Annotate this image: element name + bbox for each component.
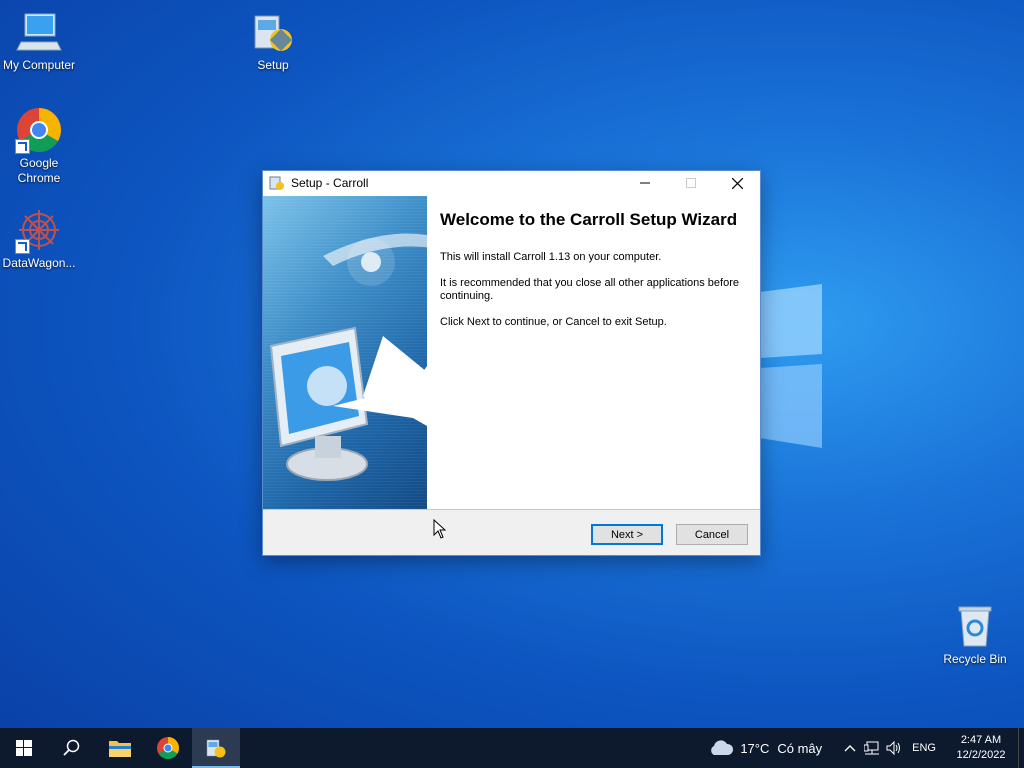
close-button[interactable]: [714, 171, 760, 195]
search-icon: [63, 739, 80, 756]
computer-icon: [15, 8, 63, 56]
datawagon-icon: [15, 206, 63, 254]
dialog-titlebar[interactable]: Setup - Carroll: [263, 171, 760, 195]
network-icon[interactable]: [864, 741, 880, 755]
volume-icon[interactable]: [886, 741, 902, 755]
start-button[interactable]: [0, 728, 48, 768]
recycle-bin-icon: [951, 602, 999, 650]
wizard-paragraph: This will install Carroll 1.13 on your c…: [440, 251, 662, 263]
system-tray: 17°C Có mây ENG 2:47 AM 12/2/2022: [708, 728, 1024, 768]
setup-icon: [206, 739, 226, 758]
monitor-arrow-illustration: [269, 233, 427, 481]
chrome-icon: [15, 106, 63, 154]
desktop-icon-setup[interactable]: Setup: [234, 8, 312, 73]
maximize-button: [668, 171, 714, 195]
desktop-icon-google-chrome[interactable]: Google Chrome: [0, 106, 78, 186]
weather-description[interactable]: Có mây: [777, 741, 822, 756]
desktop-icon-label-line2: Chrome: [17, 171, 61, 185]
minimize-icon: [640, 182, 650, 184]
folder-icon: [109, 741, 131, 757]
show-desktop-button[interactable]: [1018, 728, 1024, 768]
wizard-footer: Next > Cancel: [263, 510, 760, 555]
desktop-icon-label: My Computer: [2, 58, 76, 72]
cloud-weather-icon[interactable]: [708, 739, 734, 757]
clock-time: 2:47 AM: [960, 734, 1002, 746]
wizard-paragraph: It is recommended that you close all oth…: [440, 277, 739, 302]
setup-app-icon: [269, 176, 284, 190]
taskbar: 17°C Có mây ENG 2:47 AM 12/2/2022: [0, 728, 1024, 768]
desktop-icon-label: Setup: [257, 58, 289, 72]
search-button[interactable]: [48, 728, 96, 768]
desktop-icon-recycle-bin[interactable]: Recycle Bin: [936, 602, 1014, 667]
taskbar-chrome[interactable]: [144, 728, 192, 768]
chevron-up-icon[interactable]: [844, 744, 856, 752]
windows-start-icon: [16, 740, 32, 756]
wizard-content: Welcome to the Carroll Setup Wizard This…: [440, 211, 750, 342]
desktop-icon-label: DataWagon...: [2, 256, 76, 270]
desktop-icon-datawagon[interactable]: DataWagon...: [0, 206, 78, 271]
taskbar-file-explorer[interactable]: [96, 728, 144, 768]
wizard-paragraph: Click Next to continue, or Cancel to exi…: [440, 316, 667, 328]
chrome-icon: [157, 737, 179, 759]
weather-temp[interactable]: 17°C: [740, 741, 769, 756]
wizard-side-image: [263, 196, 427, 509]
next-button[interactable]: Next >: [591, 524, 663, 545]
clock[interactable]: 2:47 AM 12/2/2022: [950, 733, 1012, 763]
desktop-icon-label-line1: Google: [19, 156, 59, 170]
language-indicator[interactable]: ENG: [912, 742, 936, 754]
desktop-icon-label: Recycle Bin: [943, 652, 1007, 666]
setup-wizard-dialog: Setup - Carroll Welcome to the Carroll S…: [262, 170, 761, 556]
clock-date: 12/2/2022: [956, 749, 1006, 761]
wizard-heading: Welcome to the Carroll Setup Wizard: [440, 210, 738, 229]
dialog-title: Setup - Carroll: [291, 176, 369, 190]
taskbar-setup[interactable]: [192, 728, 240, 768]
mouse-cursor-icon: [433, 519, 447, 539]
shortcut-arrow-icon: [15, 139, 30, 154]
close-icon: [731, 177, 743, 189]
desktop-icon-my-computer[interactable]: My Computer: [0, 8, 78, 73]
maximize-icon: [686, 178, 696, 188]
shortcut-arrow-icon: [15, 239, 30, 254]
minimize-button[interactable]: [622, 171, 668, 195]
setup-icon: [249, 8, 297, 56]
cancel-button[interactable]: Cancel: [676, 524, 748, 545]
